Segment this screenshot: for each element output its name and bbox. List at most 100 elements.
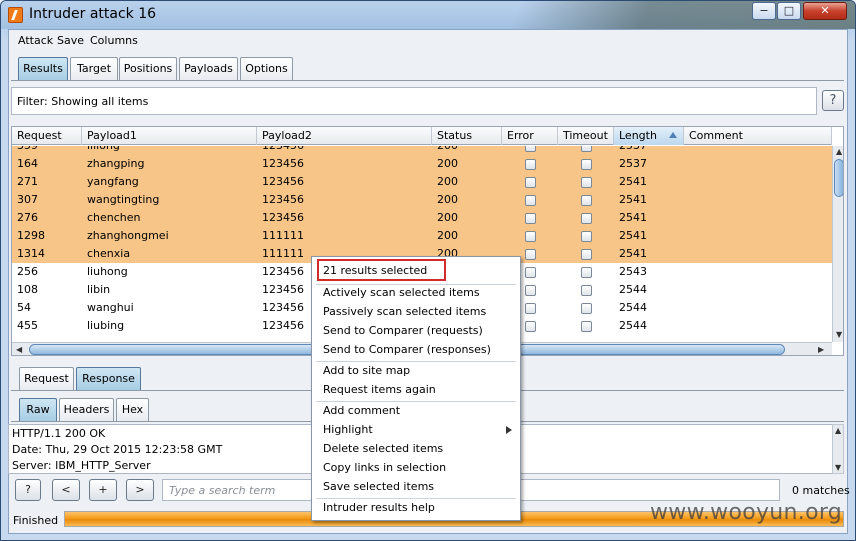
column-status[interactable]: Status	[432, 127, 502, 145]
tab-request[interactable]: Request	[19, 367, 74, 390]
next-match-button[interactable]: >	[126, 479, 154, 501]
menu-item-delete-selected[interactable]: Delete selected items	[312, 439, 520, 458]
error-checkbox	[525, 321, 536, 332]
column-length[interactable]: Length	[614, 127, 684, 145]
tab-options[interactable]: Options	[240, 57, 293, 80]
add-button[interactable]: +	[89, 479, 117, 501]
scroll-down-icon[interactable]: ▼	[836, 330, 842, 339]
timeout-checkbox	[581, 195, 592, 206]
menu-item-highlight[interactable]: Highlight	[312, 420, 520, 439]
menu-columns[interactable]: Columns	[90, 34, 138, 47]
submenu-arrow-icon	[506, 426, 512, 434]
cell-payload2: 123456	[262, 319, 304, 332]
cell-payload2: 123456	[262, 283, 304, 296]
column-payload2[interactable]: Payload2	[257, 127, 432, 145]
scroll-right-icon[interactable]: ▶	[818, 345, 824, 354]
table-row[interactable]: 307 wangtingting 123456 200 2541	[12, 191, 832, 209]
cell-payload1: liubing	[87, 319, 125, 332]
column-timeout[interactable]: Timeout	[558, 127, 614, 145]
error-checkbox	[525, 303, 536, 314]
menu-item-active-scan[interactable]: Actively scan selected items	[312, 283, 520, 302]
cell-payload2: 111111	[262, 247, 304, 260]
error-checkbox	[525, 159, 536, 170]
tab-target[interactable]: Target	[70, 57, 118, 80]
cell-status: 200	[437, 211, 458, 224]
cell-payload1: wanghui	[87, 301, 134, 314]
menu-item-highlight-label: Highlight	[323, 423, 373, 436]
table-row[interactable]: 359 liliong 123456 200 2537	[12, 146, 832, 155]
filter-text: Filter: Showing all items	[17, 95, 149, 108]
column-request[interactable]: Request	[12, 127, 82, 145]
cell-length: 2544	[619, 301, 647, 314]
previous-match-button[interactable]: <	[52, 479, 80, 501]
filter-bar[interactable]: Filter: Showing all items	[11, 87, 817, 115]
scroll-left-icon[interactable]: ◀	[16, 345, 22, 354]
menu-item-copy-links[interactable]: Copy links in selection	[312, 458, 520, 477]
tab-results[interactable]: Results	[18, 57, 68, 80]
menu-item-comparer-responses[interactable]: Send to Comparer (responses)	[312, 340, 520, 359]
cell-payload2: 123456	[262, 265, 304, 278]
table-row[interactable]: 1298 zhanghongmei 111111 200 2541	[12, 227, 832, 245]
timeout-checkbox	[581, 267, 592, 278]
menu-save[interactable]: Save	[57, 34, 84, 47]
timeout-checkbox	[581, 303, 592, 314]
watermark-text: www.wooyun.org	[650, 500, 843, 525]
menu-item-save-selected[interactable]: Save selected items	[312, 477, 520, 496]
tab-raw[interactable]: Raw	[19, 398, 57, 421]
menu-item-intruder-help[interactable]: Intruder results help	[312, 498, 520, 517]
table-row[interactable]: 271 yangfang 123456 200 2541	[12, 173, 832, 191]
cell-length: 2541	[619, 229, 647, 242]
cell-status: 200	[437, 146, 458, 155]
table-row[interactable]: 164 zhangping 123456 200 2537	[12, 155, 832, 173]
error-checkbox	[525, 146, 536, 152]
scroll-up-icon[interactable]: ▲	[836, 147, 842, 156]
scrollbar-thumb[interactable]	[834, 159, 843, 197]
menu-item-request-again[interactable]: Request items again	[312, 380, 520, 399]
close-button[interactable]: ✕	[803, 2, 847, 20]
cell-request: 307	[17, 193, 38, 206]
cell-request: 164	[17, 157, 38, 170]
timeout-checkbox	[581, 213, 592, 224]
tab-hex[interactable]: Hex	[116, 398, 149, 421]
table-row[interactable]: 276 chenchen 123456 200 2541	[12, 209, 832, 227]
tab-positions[interactable]: Positions	[119, 57, 177, 80]
tab-payloads[interactable]: Payloads	[179, 57, 238, 80]
cell-payload1: liuhong	[87, 265, 128, 278]
response-scrollbar[interactable]: ▲ ▼	[832, 424, 844, 474]
table-header: Request Payload1 Payload2 Status Error T…	[12, 127, 832, 145]
scroll-down-icon[interactable]: ▼	[835, 463, 841, 472]
filter-help-button[interactable]: ?	[822, 90, 844, 111]
cell-status: 200	[437, 193, 458, 206]
tab-headers[interactable]: Headers	[59, 398, 114, 421]
cell-payload1: libin	[87, 283, 111, 296]
error-checkbox	[525, 267, 536, 278]
column-error[interactable]: Error	[502, 127, 558, 145]
minimize-button[interactable]: −	[752, 2, 776, 20]
cell-request: 271	[17, 175, 38, 188]
menu-item-passive-scan[interactable]: Passively scan selected items	[312, 302, 520, 321]
cell-status: 200	[437, 157, 458, 170]
menu-item-comparer-requests[interactable]: Send to Comparer (requests)	[312, 321, 520, 340]
cell-payload1: chenxia	[87, 247, 131, 260]
menu-item-add-to-site-map[interactable]: Add to site map	[312, 361, 520, 380]
maximize-button[interactable]: □	[777, 2, 801, 20]
context-menu: 21 results selected Actively scan select…	[311, 256, 521, 521]
cell-payload1: liliong	[87, 146, 120, 155]
response-line: Date: Thu, 29 Oct 2015 12:23:58 GMT	[12, 443, 223, 456]
search-help-button[interactable]: ?	[15, 479, 41, 501]
cell-length: 2541	[619, 175, 647, 188]
sort-ascending-icon	[669, 132, 677, 138]
response-line: HTTP/1.1 200 OK	[12, 427, 106, 440]
timeout-checkbox	[581, 321, 592, 332]
tab-response[interactable]: Response	[76, 367, 141, 390]
menu-item-add-comment[interactable]: Add comment	[312, 401, 520, 420]
column-payload1[interactable]: Payload1	[82, 127, 257, 145]
window-title: Intruder attack 16	[29, 6, 157, 22]
scroll-up-icon[interactable]: ▲	[835, 426, 841, 435]
table-vertical-scrollbar[interactable]: ▲ ▼	[832, 146, 843, 342]
timeout-checkbox	[581, 146, 592, 152]
column-comment[interactable]: Comment	[684, 127, 832, 145]
menu-attack[interactable]: Attack	[18, 34, 53, 47]
cell-status: 200	[437, 175, 458, 188]
timeout-checkbox	[581, 285, 592, 296]
